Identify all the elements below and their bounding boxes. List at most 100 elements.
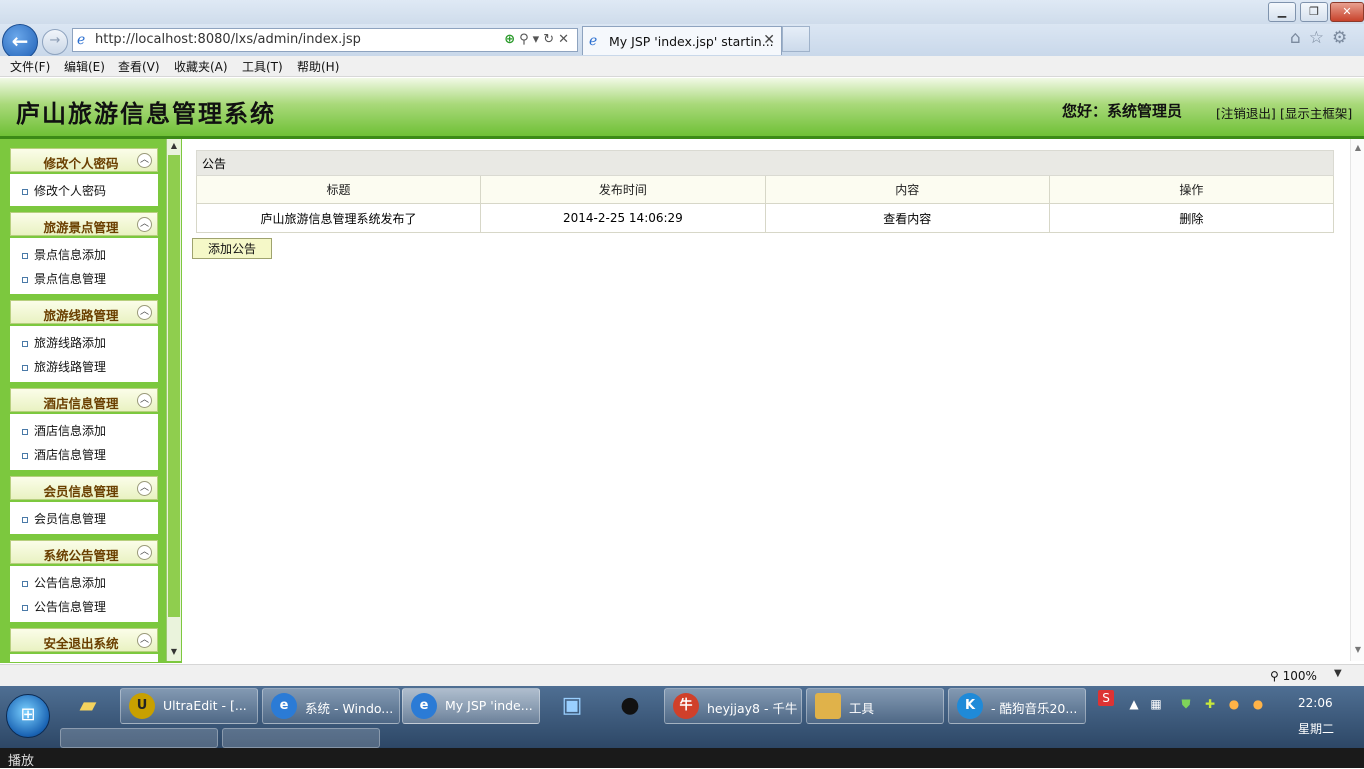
stop-icon[interactable]: ✕: [558, 32, 573, 47]
sidebar-item-member-manage[interactable]: 会员信息管理: [22, 510, 106, 527]
home-icon[interactable]: ⌂: [1290, 28, 1309, 48]
ie-page-icon: ℯ: [77, 32, 86, 48]
refresh-icon[interactable]: ↻: [543, 32, 558, 47]
show-frame-link[interactable]: [显示主框架]: [1280, 103, 1352, 122]
scroll-up-icon[interactable]: ▲: [1352, 143, 1364, 155]
shield-icon[interactable]: ⛊: [1178, 696, 1194, 712]
menu-group-header[interactable]: 会员信息管理 ︿: [10, 476, 158, 500]
taskbar-item-ie-system[interactable]: e 系统 - Windo...: [262, 688, 400, 724]
maximize-button[interactable]: ❐: [1300, 2, 1328, 22]
address-bar[interactable]: ℯ http://localhost:8080/lxs/admin/index.…: [72, 28, 578, 52]
menu-group-body: 公告信息添加 公告信息管理: [10, 566, 158, 622]
ie-tab-icon: ℯ: [589, 33, 598, 49]
table-caption: 公告: [196, 150, 1334, 176]
taskbar-item-label: UltraEdit - [...: [163, 698, 247, 713]
sidebar-item-notice-add[interactable]: 公告信息添加: [22, 574, 106, 591]
menu-group-header[interactable]: 酒店信息管理 ︿: [10, 388, 158, 412]
zoom-level[interactable]: ⚲ 100%: [1270, 669, 1317, 683]
sidebar-item-route-add[interactable]: 旅游线路添加: [22, 334, 106, 351]
ultraedit-icon: U: [129, 693, 155, 719]
taskbar-item-kugou[interactable]: K - 酷狗音乐20...: [948, 688, 1086, 724]
dropdown-icon[interactable]: ▾: [533, 32, 544, 47]
collapse-icon[interactable]: ︿: [137, 217, 152, 232]
address-url[interactable]: http://localhost:8080/lxs/admin/index.js…: [95, 32, 361, 48]
forward-button[interactable]: →: [42, 29, 68, 55]
scroll-up-icon[interactable]: ▲: [167, 139, 181, 153]
qq-pin-icon[interactable]: ●: [612, 690, 648, 722]
minimize-button[interactable]: ▁: [1268, 2, 1296, 22]
sidebar-item-label: 旅游线路添加: [34, 336, 107, 350]
menu-group-header[interactable]: 安全退出系统 ︿: [10, 628, 158, 652]
menu-group-header[interactable]: 系统公告管理 ︿: [10, 540, 158, 564]
menu-file[interactable]: 文件(F): [10, 58, 50, 75]
tab-close-icon[interactable]: ✕: [763, 32, 775, 48]
back-button[interactable]: ←: [2, 24, 38, 60]
start-button[interactable]: ⊞: [6, 694, 50, 738]
taskbar-item-qianniu[interactable]: 牛 heyjjay8 - 千牛: [664, 688, 802, 724]
taskbar-item-ie-jsp[interactable]: e My JSP 'inde...: [402, 688, 540, 724]
collapse-icon[interactable]: ︿: [137, 393, 152, 408]
collapse-icon[interactable]: ︿: [137, 153, 152, 168]
logout-link[interactable]: [注销退出]: [1216, 103, 1276, 122]
menu-group-title: 安全退出系统: [43, 636, 119, 651]
sogou-input-icon[interactable]: S: [1098, 690, 1114, 706]
play-label[interactable]: 播放: [8, 750, 34, 769]
browser-tab-active[interactable]: ℯ My JSP 'index.jsp' startin... ✕: [582, 26, 782, 55]
new-tab-button[interactable]: [782, 26, 810, 52]
taskbar-item-ultraedit[interactable]: U UltraEdit - [...: [120, 688, 258, 724]
collapse-icon[interactable]: ︿: [137, 305, 152, 320]
clock-day[interactable]: 星期二: [1298, 720, 1334, 737]
menu-tools[interactable]: 工具(T): [242, 58, 283, 75]
close-window-button[interactable]: ✕: [1330, 2, 1364, 22]
sidebar-item-label: 旅游线路管理: [34, 360, 107, 374]
chevron-down-icon[interactable]: ▼: [1334, 668, 1342, 679]
plus-icon[interactable]: ✚: [1202, 696, 1218, 712]
content-scrollbar[interactable]: ▲ ▼: [1350, 139, 1364, 661]
taskbar-item-secondary[interactable]: [60, 728, 218, 748]
show-hidden-icons[interactable]: ▲: [1126, 696, 1142, 712]
sidebar-scrollbar[interactable]: ▲ ▼: [166, 139, 181, 661]
gear-icon[interactable]: ⚙: [1332, 28, 1355, 48]
scroll-down-icon[interactable]: ▼: [167, 645, 181, 659]
qq-tray-icon-2[interactable]: ●: [1250, 696, 1266, 712]
qq-tray-icon[interactable]: ●: [1226, 696, 1242, 712]
add-icon[interactable]: ⊕: [504, 32, 519, 47]
collapse-icon[interactable]: ︿: [137, 481, 152, 496]
clock-time[interactable]: 22:06: [1298, 696, 1333, 710]
menu-edit[interactable]: 编辑(E): [64, 58, 105, 75]
favorites-star-icon[interactable]: ☆: [1309, 28, 1332, 48]
browser-tool-icons: ⌂☆⚙: [1290, 28, 1355, 48]
collapse-icon[interactable]: ︿: [137, 545, 152, 560]
sidebar-item-label: 酒店信息添加: [34, 424, 107, 438]
scroll-down-icon[interactable]: ▼: [1352, 645, 1364, 657]
sidebar-item-route-manage[interactable]: 旅游线路管理: [22, 358, 106, 375]
sidebar-scroll-thumb[interactable]: [168, 155, 180, 617]
taskbar-item-label: 系统 - Windo...: [305, 701, 394, 716]
menu-group-header[interactable]: 旅游景点管理 ︿: [10, 212, 158, 236]
view-content-link[interactable]: 查看内容: [764, 203, 1050, 233]
sidebar-item-scenic-manage[interactable]: 景点信息管理: [22, 270, 106, 287]
network-pin-icon[interactable]: ▣: [554, 690, 590, 722]
browser-menubar: 文件(F) 编辑(E) 查看(V) 收藏夹(A) 工具(T) 帮助(H): [0, 56, 1364, 77]
menu-group-header[interactable]: 旅游线路管理 ︿: [10, 300, 158, 324]
delete-link[interactable]: 删除: [1048, 203, 1335, 233]
menu-favorites[interactable]: 收藏夹(A): [174, 58, 228, 75]
sidebar-item-hotel-manage[interactable]: 酒店信息管理: [22, 446, 106, 463]
menu-view[interactable]: 查看(V): [118, 58, 160, 75]
explorer-pin-icon[interactable]: ▰: [70, 690, 106, 722]
menu-group-header[interactable]: 修改个人密码 ︿: [10, 148, 158, 172]
sidebar-item-change-password[interactable]: 修改个人密码: [22, 182, 106, 199]
sidebar-item-scenic-add[interactable]: 景点信息添加: [22, 246, 106, 263]
search-icon[interactable]: ⚲: [519, 32, 533, 47]
taskbar-item-folder[interactable]: 工具: [806, 688, 944, 724]
menu-group-title: 会员信息管理: [43, 484, 119, 499]
sidebar-item-hotel-add[interactable]: 酒店信息添加: [22, 422, 106, 439]
collapse-icon[interactable]: ︿: [137, 633, 152, 648]
sidebar-item-label: 会员信息管理: [34, 512, 107, 526]
taskbar-item-label: - 酷狗音乐20...: [991, 701, 1078, 716]
sidebar-item-notice-manage[interactable]: 公告信息管理: [22, 598, 106, 615]
menu-help[interactable]: 帮助(H): [297, 58, 339, 75]
taskbar-item-secondary[interactable]: [222, 728, 380, 748]
network-icon[interactable]: ▦: [1148, 696, 1164, 712]
add-notice-button[interactable]: 添加公告: [192, 238, 272, 259]
